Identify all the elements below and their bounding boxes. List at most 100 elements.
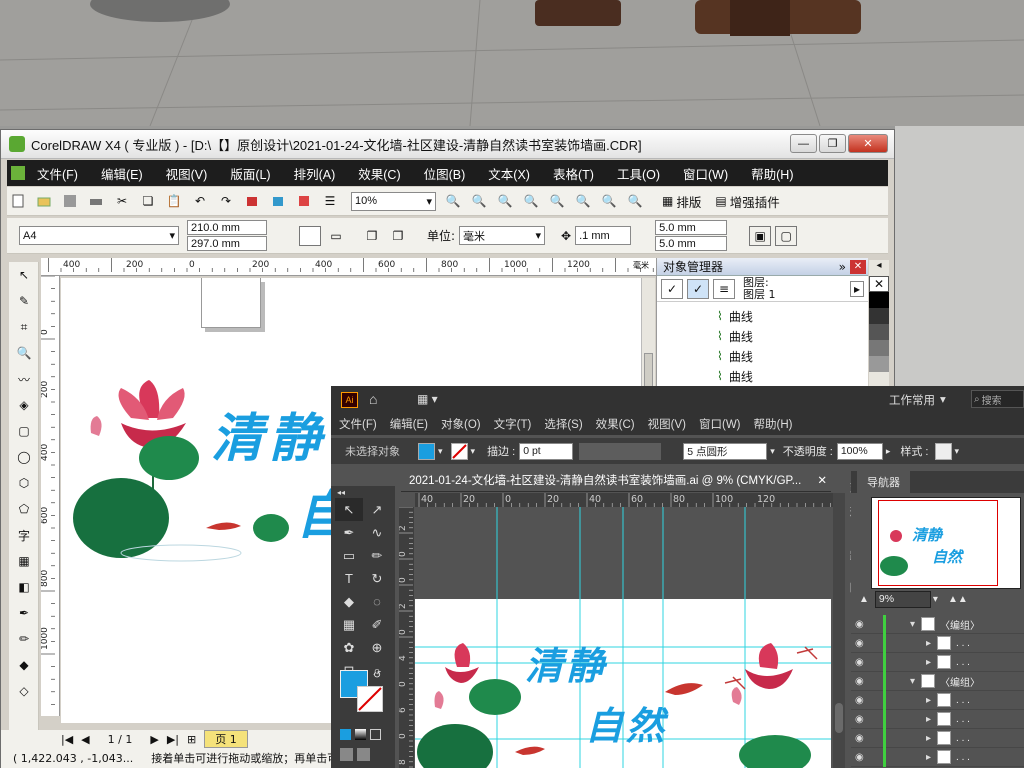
expand-arrow-icon[interactable]: ▾ bbox=[910, 676, 915, 687]
treat-as-filled-icon[interactable]: ▣ bbox=[749, 225, 772, 246]
rotate-tool-icon[interactable]: ↻ bbox=[363, 567, 391, 590]
outline-tool-icon[interactable]: ✏ bbox=[9, 626, 39, 652]
color-mode-icon[interactable] bbox=[340, 729, 351, 740]
import-icon[interactable] bbox=[241, 191, 263, 211]
all-pages-icon[interactable]: ❐ bbox=[361, 226, 383, 246]
expand-arrow-icon[interactable]: ▾ bbox=[910, 619, 915, 630]
corel-menu-icon[interactable] bbox=[11, 166, 25, 180]
visibility-eye-icon[interactable]: ◉ bbox=[855, 657, 871, 668]
close-button[interactable]: ✕ bbox=[848, 134, 888, 153]
shape-tool-icon[interactable]: ✎ bbox=[9, 288, 39, 314]
swap-colors-icon[interactable]: ↺ bbox=[373, 670, 381, 681]
color-swatch[interactable] bbox=[869, 308, 889, 324]
zoom-selected-icon[interactable]: 🔍 bbox=[494, 191, 516, 211]
visibility-eye-icon[interactable]: ◉ bbox=[855, 752, 871, 763]
menu-file[interactable]: 文件(F) bbox=[37, 164, 78, 183]
menu-tools[interactable]: 工具(O) bbox=[617, 164, 660, 183]
visibility-eye-icon[interactable]: ◉ bbox=[855, 695, 871, 706]
graphic-style-swatch[interactable] bbox=[934, 442, 952, 460]
color-swatch[interactable] bbox=[869, 340, 889, 356]
docker-close-icon[interactable]: ✕ bbox=[850, 259, 866, 274]
visibility-eye-icon[interactable]: ◉ bbox=[855, 619, 871, 630]
first-page-icon[interactable]: |◀ bbox=[61, 733, 73, 746]
ai-menu-type[interactable]: 文字(T) bbox=[494, 416, 532, 432]
pen-tool-icon[interactable]: ✒ bbox=[335, 521, 363, 544]
stroke-color-swatch[interactable] bbox=[357, 686, 383, 712]
chevron-down-icon[interactable]: ▾ bbox=[955, 446, 960, 457]
visibility-eye-icon[interactable]: ◉ bbox=[855, 676, 871, 687]
page-width-field[interactable]: 210.0 mm bbox=[187, 220, 267, 235]
polygon-tool-icon[interactable]: ⬡ bbox=[9, 470, 39, 496]
close-icon[interactable]: ✕ bbox=[817, 473, 827, 487]
color-swatch[interactable] bbox=[869, 356, 889, 372]
zoom-all-icon[interactable]: 🔍 bbox=[520, 191, 542, 211]
shape-builder-icon[interactable]: ⊕ bbox=[363, 636, 391, 659]
ai-canvas[interactable]: 清静 自然 bbox=[415, 507, 831, 768]
interactive-fill-icon[interactable]: ◇ bbox=[9, 678, 39, 704]
menu-view[interactable]: 视图(V) bbox=[166, 164, 208, 183]
zoom-tool-icon[interactable]: 🔍 bbox=[9, 340, 39, 366]
layer-row[interactable]: ◉ ▾ 〈编组〉 bbox=[851, 671, 1024, 691]
navigator-preview[interactable]: 清静 自然 bbox=[871, 497, 1021, 589]
document-tab[interactable]: 2021-01-24-文化墙-社区建设-清静自然读书室装饰墙画.ai @ 9% … bbox=[401, 468, 831, 492]
visibility-eye-icon[interactable]: ◉ bbox=[855, 733, 871, 744]
smart-fill-icon[interactable]: ◈ bbox=[9, 392, 39, 418]
eyedropper-tool-icon[interactable]: ✐ bbox=[363, 613, 391, 636]
blend-tool-icon[interactable]: ◧ bbox=[9, 574, 39, 600]
menu-edit[interactable]: 编辑(E) bbox=[101, 164, 143, 183]
variable-width-profile[interactable] bbox=[579, 442, 662, 460]
prev-page-icon[interactable]: ◀ bbox=[81, 733, 89, 746]
ai-menu-view[interactable]: 视图(V) bbox=[648, 416, 686, 432]
layer-row[interactable]: ◉ ▸ . . . bbox=[851, 690, 1024, 710]
layer-row[interactable]: ◉ ▸ . . . bbox=[851, 709, 1024, 729]
chevron-down-icon[interactable]: ▾ bbox=[471, 446, 476, 457]
ellipse-tool-icon[interactable]: ◯ bbox=[9, 444, 39, 470]
type-tool-icon[interactable]: T bbox=[335, 567, 363, 590]
rectangle-tool-icon[interactable]: ▭ bbox=[335, 544, 363, 567]
draw-behind-icon[interactable] bbox=[357, 748, 370, 761]
expand-arrow-icon[interactable]: ▸ bbox=[926, 752, 931, 763]
collapse-icon[interactable]: » bbox=[839, 260, 846, 274]
draw-outline-icon[interactable]: ▢ bbox=[775, 225, 798, 246]
none-mode-icon[interactable] bbox=[370, 729, 381, 740]
menu-text[interactable]: 文本(X) bbox=[488, 164, 530, 183]
layer-row[interactable]: ◉ ▾ 〈编组〉 bbox=[851, 614, 1024, 634]
save-icon[interactable] bbox=[59, 191, 81, 211]
zoom-page-icon[interactable]: 🔍 bbox=[546, 191, 568, 211]
list-item[interactable]: ⌇ 曲线 bbox=[717, 346, 868, 366]
open-icon[interactable] bbox=[33, 191, 55, 211]
layer-row[interactable]: ◉ ▸ . . . bbox=[851, 728, 1024, 748]
selection-tool-icon[interactable]: ↖ bbox=[335, 498, 363, 521]
fill-tool-icon[interactable]: ◆ bbox=[9, 652, 39, 678]
menu-arrange[interactable]: 排列(A) bbox=[294, 164, 336, 183]
ai-vertical-scrollbar[interactable] bbox=[833, 493, 845, 768]
palette-scroll-up-icon[interactable]: ◂ bbox=[869, 260, 889, 276]
pick-tool-icon[interactable]: ↖ bbox=[9, 262, 39, 288]
menu-layout[interactable]: 版面(L) bbox=[230, 164, 270, 183]
list-item[interactable]: ⌇ 曲线 bbox=[717, 306, 868, 326]
add-page-icon[interactable]: ⊞ bbox=[187, 733, 196, 746]
dup-y-field[interactable]: 5.0 mm bbox=[655, 236, 728, 251]
expand-arrow-icon[interactable]: ▸ bbox=[926, 714, 931, 725]
search-box[interactable]: ⌕ 搜索 bbox=[971, 390, 1024, 408]
navigator-tab[interactable]: 导航器 bbox=[857, 471, 910, 493]
ai-menu-help[interactable]: 帮助(H) bbox=[754, 416, 793, 432]
expand-arrow-icon[interactable]: ▸ bbox=[926, 638, 931, 649]
portrait-icon[interactable] bbox=[299, 225, 321, 246]
pencil-tool-icon[interactable]: ✏ bbox=[363, 544, 391, 567]
page-size-select[interactable]: A4 ▾ bbox=[19, 226, 179, 245]
home-icon[interactable]: ⌂ bbox=[369, 391, 377, 407]
mountain-small-icon[interactable]: ▲ bbox=[859, 594, 869, 605]
chevron-down-icon[interactable]: ▾ bbox=[770, 446, 775, 457]
landscape-icon[interactable]: ▭ bbox=[325, 226, 347, 246]
launcher-icon[interactable]: ☰ bbox=[319, 191, 341, 211]
gradient-mode-icon[interactable] bbox=[355, 729, 366, 740]
chevron-down-icon[interactable]: ▾ bbox=[438, 446, 443, 457]
rectangle-tool-icon[interactable]: ▢ bbox=[9, 418, 39, 444]
page-tab[interactable]: 页 1 bbox=[204, 730, 248, 748]
layer-manager-icon[interactable]: ≡ bbox=[713, 278, 735, 299]
menu-help[interactable]: 帮助(H) bbox=[751, 164, 793, 183]
warp-tool-icon[interactable]: ◌ bbox=[363, 590, 391, 613]
undo-icon[interactable]: ↶ bbox=[189, 191, 211, 211]
basic-shapes-icon[interactable]: ⬠ bbox=[9, 496, 39, 522]
